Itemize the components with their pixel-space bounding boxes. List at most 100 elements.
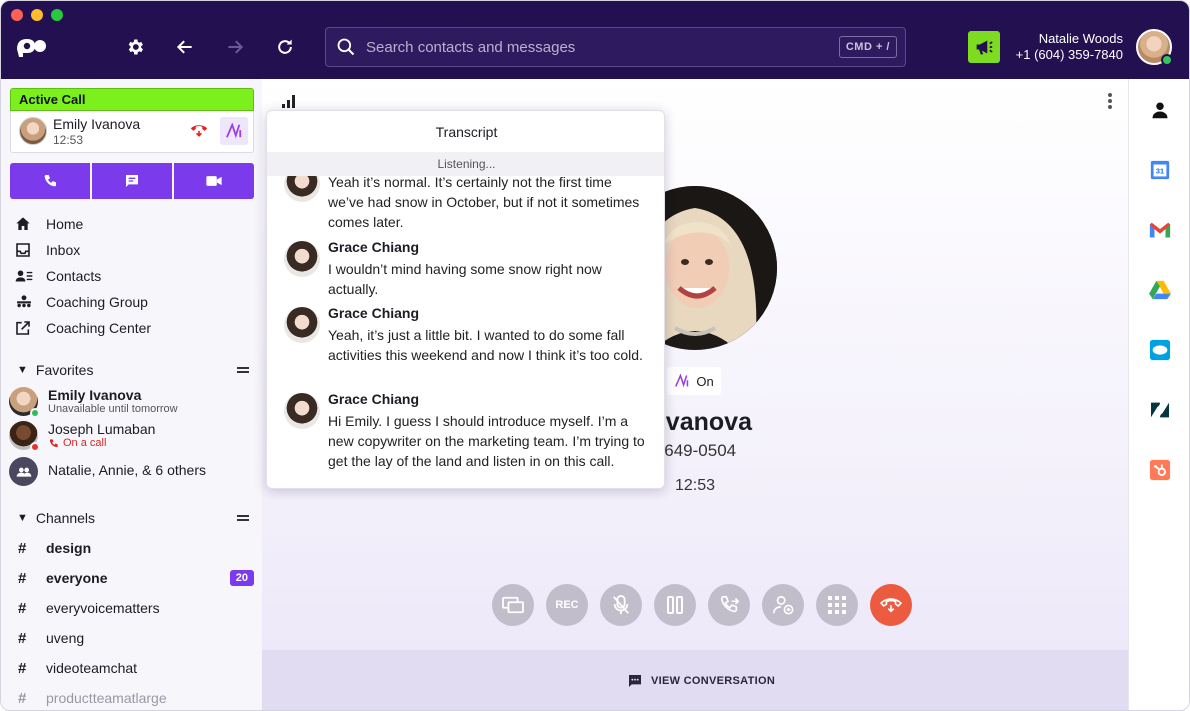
dialpad-logo-icon[interactable] — [15, 35, 47, 59]
chat-icon — [126, 175, 138, 187]
screen-share-button[interactable] — [492, 584, 534, 626]
transfer-call-icon — [720, 595, 740, 613]
channel-label: everyone — [46, 570, 108, 586]
channel-item-videoteamchat[interactable]: # videoteamchat — [18, 657, 254, 679]
message-text: I wouldn’t mind having some snow right n… — [328, 261, 602, 297]
nav-label: Inbox — [46, 242, 81, 258]
back-arrow-icon[interactable] — [173, 35, 197, 59]
transcript-status: Listening... — [267, 152, 664, 176]
speaker-avatar — [284, 393, 320, 429]
minimize-window-button[interactable] — [31, 9, 43, 21]
search-bar[interactable]: Search contacts and messages CMD + / — [325, 27, 906, 67]
active-call-name: Emily Ivanova — [53, 116, 141, 132]
channel-item-productteamatlarge[interactable]: # productteamatlarge — [18, 687, 254, 709]
active-call-details[interactable]: Emily Ivanova 12:53 — [10, 111, 254, 153]
nav-item-coaching-group[interactable]: Coaching Group — [15, 289, 151, 315]
hubspot-icon[interactable] — [1149, 459, 1171, 481]
conversation-bar: VIEW CONVERSATION — [262, 650, 1128, 710]
favorite-name: Joseph Lumaban — [48, 421, 156, 437]
video-button[interactable] — [174, 163, 254, 199]
channel-label: videoteamchat — [46, 660, 138, 676]
speaker-avatar — [284, 241, 320, 277]
microphone-muted-icon — [613, 595, 629, 615]
ai-assistant-icon[interactable] — [220, 117, 248, 145]
mute-button[interactable] — [600, 584, 642, 626]
hangup-icon — [879, 598, 903, 613]
favorite-item-joseph[interactable]: Joseph Lumaban On a call — [9, 419, 254, 455]
hold-button[interactable] — [654, 584, 696, 626]
active-call-avatar — [19, 117, 47, 145]
presence-dot — [30, 408, 40, 418]
reorder-icon[interactable] — [237, 515, 249, 521]
close-window-button[interactable] — [11, 9, 23, 21]
nav-label: Coaching Group — [46, 294, 148, 310]
ai-status-pill[interactable]: On — [667, 367, 721, 395]
gmail-icon[interactable] — [1149, 219, 1171, 241]
video-camera-icon — [206, 176, 222, 186]
keypad-button[interactable] — [816, 584, 858, 626]
contact-profile-icon[interactable] — [1149, 99, 1171, 121]
channel-label: design — [46, 540, 92, 556]
add-participant-button[interactable] — [762, 584, 804, 626]
message-text: Hi Emily. I guess I should introduce mys… — [328, 413, 645, 469]
salesforce-icon[interactable] — [1149, 339, 1171, 361]
online-status-dot — [1161, 54, 1173, 66]
transfer-button[interactable] — [708, 584, 750, 626]
search-shortcut-hint: CMD + / — [838, 36, 897, 58]
end-call-button[interactable] — [870, 584, 912, 626]
more-options-icon[interactable] — [1108, 93, 1112, 109]
speaker-name: Grace Chiang — [328, 391, 420, 407]
nav-item-contacts[interactable]: Contacts — [15, 263, 151, 289]
user-avatar[interactable] — [1136, 29, 1173, 66]
channel-item-design[interactable]: # design — [18, 537, 254, 559]
nav-item-coaching-center[interactable]: Coaching Center — [15, 315, 151, 341]
favorite-status-row: On a call — [48, 437, 106, 449]
channel-item-everyone[interactable]: # everyone 20 — [18, 567, 254, 589]
favorite-status: Unavailable until tomorrow — [48, 403, 178, 415]
external-link-icon — [15, 320, 35, 336]
message-button[interactable] — [92, 163, 172, 199]
favorite-item-group[interactable]: Natalie, Annie, & 6 others — [9, 455, 254, 491]
call-controls: REC — [492, 584, 912, 626]
nav-label: Home — [46, 216, 84, 232]
hangup-icon[interactable] — [189, 121, 209, 144]
channel-item-uveng[interactable]: # uveng — [18, 627, 254, 649]
screen-share-icon — [502, 596, 524, 614]
reorder-icon[interactable] — [237, 367, 249, 373]
google-drive-icon[interactable] — [1149, 279, 1171, 301]
call-button[interactable] — [10, 163, 90, 199]
record-button[interactable]: REC — [546, 584, 588, 626]
message-text: Yeah it’s normal. It’s certainly not the… — [328, 176, 640, 230]
favorite-name: Natalie, Annie, & 6 others — [48, 462, 206, 478]
view-conversation-button[interactable]: VIEW CONVERSATION — [627, 673, 775, 689]
search-input[interactable]: Search contacts and messages — [366, 39, 575, 56]
phone-icon — [49, 438, 58, 447]
nav-item-home[interactable]: Home — [15, 211, 151, 237]
refresh-icon[interactable] — [273, 35, 297, 59]
speaker-avatar — [284, 307, 320, 343]
user-info[interactable]: Natalie Woods +1 (604) 359-7840 — [1016, 31, 1123, 63]
active-call-duration: 12:53 — [53, 133, 84, 147]
google-calendar-icon[interactable]: 31 — [1149, 159, 1171, 181]
settings-gear-icon[interactable] — [123, 35, 147, 59]
channel-label: uveng — [46, 630, 85, 646]
hash-icon: # — [18, 659, 27, 677]
channels-header[interactable]: ▼ Channels — [17, 510, 249, 526]
home-icon — [15, 216, 35, 232]
nav-label: Coaching Center — [46, 320, 152, 336]
favorites-header[interactable]: ▼ Favorites — [17, 362, 249, 378]
forward-arrow-icon[interactable] — [223, 35, 247, 59]
top-bar: Search contacts and messages CMD + / Nat… — [1, 1, 1189, 79]
channel-label: everyvoicematters — [46, 600, 160, 616]
favorite-item-emily[interactable]: Emily Ivanova Unavailable until tomorrow — [9, 385, 254, 421]
speaker-name: Grace Chiang — [328, 239, 420, 255]
zendesk-icon[interactable] — [1149, 399, 1171, 421]
hash-icon: # — [18, 599, 27, 617]
transcript-messages[interactable]: Yeah it’s normal. It’s certainly not the… — [267, 176, 664, 488]
channels-title: Channels — [35, 510, 96, 526]
megaphone-icon[interactable] — [968, 31, 1000, 63]
channel-item-everyvoicematters[interactable]: # everyvoicematters — [18, 597, 254, 619]
maximize-window-button[interactable] — [51, 9, 63, 21]
nav-item-inbox[interactable]: Inbox — [15, 237, 151, 263]
search-icon — [336, 37, 356, 62]
